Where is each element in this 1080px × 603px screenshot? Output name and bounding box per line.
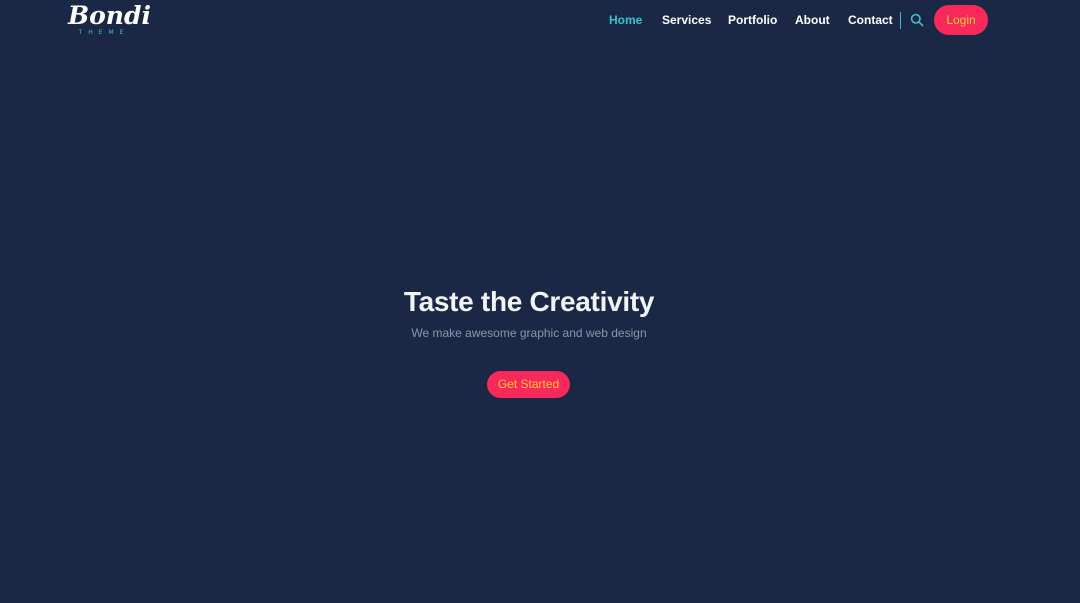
- nav-item-home[interactable]: Home: [609, 13, 642, 27]
- search-button[interactable]: [910, 13, 924, 27]
- nav-item-about[interactable]: About: [795, 13, 830, 27]
- get-started-button[interactable]: Get Started: [487, 371, 570, 398]
- nav-divider: [900, 12, 901, 29]
- login-button[interactable]: Login: [934, 5, 988, 35]
- search-icon: [910, 13, 924, 27]
- hero-title: Taste the Creativity: [403, 286, 655, 317]
- main-nav: Home Services Portfolio About Contact Lo…: [0, 0, 1080, 42]
- nav-item-contact[interactable]: Contact: [848, 13, 893, 27]
- nav-item-portfolio[interactable]: Portfolio: [728, 13, 777, 27]
- hero-subtitle: We make awesome graphic and web design: [411, 326, 647, 340]
- site-header: Bondi THEME Home Services Portfolio Abou…: [0, 0, 1080, 42]
- nav-item-services[interactable]: Services: [662, 13, 711, 27]
